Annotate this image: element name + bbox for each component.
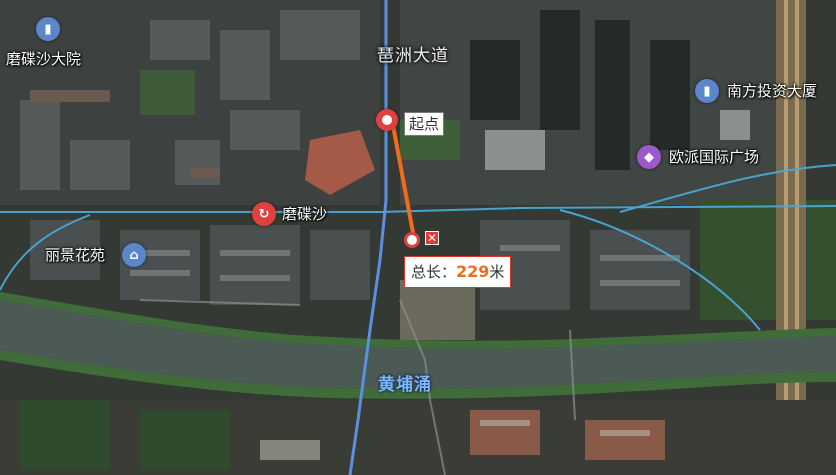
house-icon[interactable]: ⌂ [122,243,146,267]
total-length-label: 总长：229米 [404,256,512,288]
station-label-modiesha[interactable]: 磨碟沙 [282,205,327,223]
road-label-pazhou-dadao: 琶洲大道 [377,46,449,66]
start-point-label: 起点 [404,112,445,136]
poi-label-modiesha-dayuan[interactable]: 磨碟沙大院 [6,50,81,68]
map-canvas[interactable]: 琶洲大道 ▮ 磨碟沙大院 ▮ 南方投资大厦 ◆ 欧派国际广场 丽景花苑 ⌂ ↻ … [0,0,836,475]
total-length-prefix: 总长： [411,263,457,281]
building-icon[interactable]: ▮ [695,79,719,103]
end-point-marker[interactable] [404,232,420,248]
poi-label-oupai[interactable]: 欧派国际广场 [669,148,759,166]
close-icon[interactable]: ✕ [425,231,439,245]
metro-station-icon[interactable]: ↻ [252,202,276,226]
poi-label-lijing[interactable]: 丽景花苑 [45,246,105,264]
total-length-value: 229 [456,262,490,281]
start-point-marker[interactable] [376,109,398,131]
water-label-huangpu-chong: 黄埔涌 [378,375,432,395]
building-icon[interactable]: ▮ [36,17,60,41]
shopping-bag-icon[interactable]: ◆ [637,145,661,169]
total-length-unit: 米 [489,263,505,281]
poi-label-nanfang-touzi[interactable]: 南方投资大厦 [727,82,817,100]
